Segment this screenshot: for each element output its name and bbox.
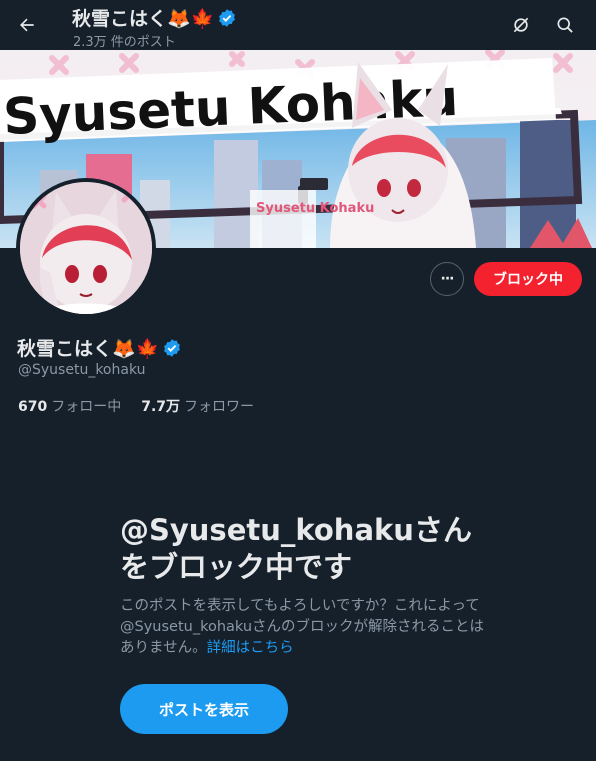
verified-badge-icon: [219, 8, 236, 27]
header-name: 秋雪こはく🦊🍁: [72, 8, 215, 30]
verified-badge-icon: [164, 338, 181, 357]
following-link[interactable]: 670 フォロー中: [18, 396, 121, 416]
blocked-panel: @Syusetu_kohakuさんをブロック中です このポストを表示してもよろし…: [120, 512, 500, 659]
refresh-button[interactable]: [504, 8, 538, 42]
top-bar: 秋雪こはく🦊🍁 2.3万 件のポスト: [0, 0, 596, 50]
followers-link[interactable]: 7.7万 フォロワー: [141, 396, 254, 416]
blocked-description-text: このポストを表示してもよろしいですか？これによって@Syusetu_kohaku…: [120, 598, 485, 656]
blocked-title: @Syusetu_kohakuさんをブロック中です: [120, 513, 472, 584]
learn-more-link[interactable]: 詳細はこちら: [207, 640, 294, 656]
arrow-left-icon: [20, 18, 34, 32]
more-button[interactable]: ···: [430, 262, 464, 296]
search-icon: [557, 17, 573, 33]
avatar-image: [20, 182, 152, 314]
following-count: 670: [18, 399, 48, 415]
blocked-button[interactable]: ブロック中: [474, 262, 582, 296]
follow-stats: 670 フォロー中 7.7万 フォロワー: [18, 396, 254, 416]
followers-count: 7.7万: [141, 399, 181, 415]
post-count: 2.3万 件のポスト: [73, 35, 176, 50]
more-icon: ···: [440, 271, 455, 287]
following-label: フォロー中: [51, 399, 122, 415]
avatar[interactable]: [16, 178, 156, 318]
show-posts-button[interactable]: ポストを表示: [120, 684, 288, 734]
followers-label: フォロワー: [184, 399, 255, 415]
profile-page: 秋雪こはく🦊🍁 2.3万 件のポスト Syusetu Kohaku Syuset…: [0, 0, 596, 761]
back-button[interactable]: [10, 8, 44, 42]
refresh-icon: [513, 17, 529, 33]
header-title: 秋雪こはく🦊🍁: [72, 4, 237, 31]
profile-handle: @Syusetu_kohaku: [18, 362, 146, 378]
profile-display-name: 秋雪こはく🦊🍁: [17, 338, 160, 360]
profile-name: 秋雪こはく🦊🍁: [17, 334, 182, 361]
blocked-description: このポストを表示してもよろしいですか？これによって@Syusetu_kohaku…: [120, 596, 490, 659]
banner-sign-text: Syusetu Kohaku: [256, 201, 374, 216]
search-button[interactable]: [548, 8, 582, 42]
